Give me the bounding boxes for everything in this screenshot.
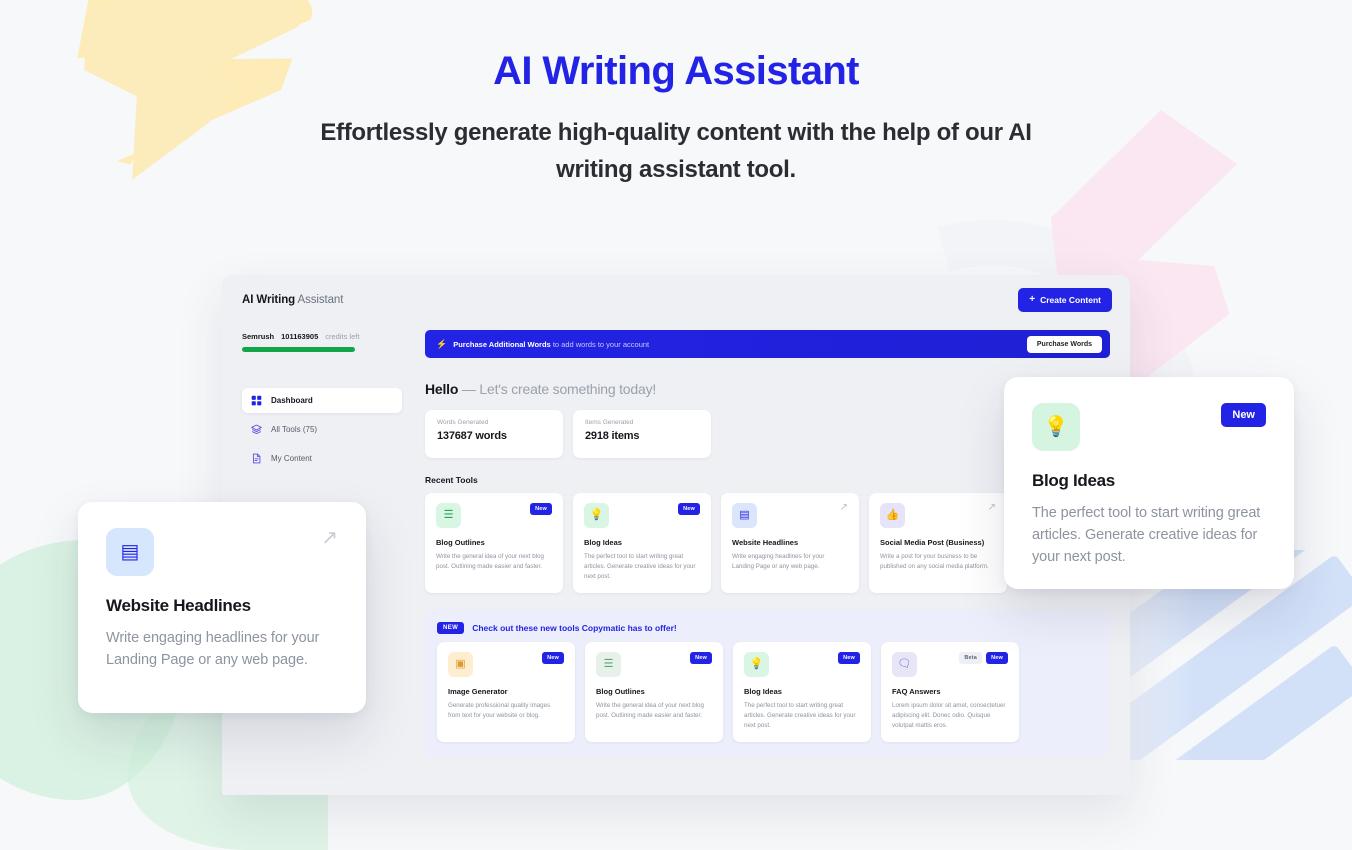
tool-description: Generate professional quality images fro… (448, 701, 551, 719)
app-logo-bold: AI Writing (242, 294, 296, 306)
beta-badge: Beta (959, 651, 983, 664)
grid-icon (251, 395, 262, 406)
tool-title: Social Media Post (Business) (880, 538, 985, 547)
sidebar-item-label: My Content (271, 454, 312, 463)
tool-card[interactable]: ☰ New Blog Outlines Write the general id… (585, 641, 723, 742)
create-content-button[interactable]: + Create Content (1018, 288, 1112, 312)
image-icon: ▣ (448, 651, 473, 677)
window-icon: ▤ (106, 528, 154, 576)
tool-card[interactable]: 💡 New Blog Ideas The perfect tool to sta… (573, 493, 711, 593)
tool-title: Image Generator (448, 686, 508, 696)
window-icon: ▤ (732, 503, 757, 528)
tool-description: Write engaging headlines for your Landin… (732, 553, 825, 570)
create-content-label: Create Content (1040, 295, 1101, 305)
arrow-up-right-icon: ↗ (321, 527, 338, 549)
tool-description: The perfect tool to start writing great … (744, 701, 856, 729)
stat-value: 137687 words (437, 430, 507, 442)
tool-title: Blog Ideas (584, 538, 622, 547)
banner-rest-text: to add words to your account (550, 339, 650, 349)
stat-label: Words Generated (437, 419, 489, 426)
dashboard-topbar: AI Writing Assistant + Create Content (222, 275, 1130, 325)
status-badge: New (838, 651, 860, 664)
tool-description: Write the general idea of your next blog… (436, 553, 544, 570)
floating-card-description: The perfect tool to start writing great … (1032, 505, 1261, 566)
thumbs-up-icon: 👍 (880, 503, 905, 528)
list-icon: ☰ (596, 651, 621, 677)
sidebar-item-dashboard[interactable]: Dashboard (242, 388, 402, 413)
status-badge: New (530, 503, 552, 515)
status-badge: New (542, 651, 564, 664)
sidebar-nav: Dashboard All Tools (75) My Content (242, 388, 402, 471)
floating-card-website-headlines[interactable]: ▤ ↗ Website Headlines Write engaging hea… (78, 502, 366, 713)
chat-bubbles-icon: 🗨 (892, 651, 917, 677)
tool-card[interactable]: 💡 New Blog Ideas The perfect tool to sta… (733, 641, 871, 742)
tool-card[interactable]: ▣ New Image Generator Generate professio… (437, 641, 575, 742)
stat-card-words: Words Generated 137687 words (425, 410, 563, 458)
stat-label: Items Generated (585, 419, 634, 426)
credits-progress-bar (242, 347, 355, 352)
hero-section: AI Writing Assistant Effortlessly genera… (0, 0, 1352, 188)
tool-description: Write the general idea of your next blog… (596, 701, 704, 719)
purchase-words-button[interactable]: Purchase Words (1026, 335, 1102, 353)
tool-card[interactable]: ☰ New Blog Outlines Write the general id… (425, 493, 563, 593)
credits-account: Semrush (242, 332, 275, 341)
page-title: AI Writing Assistant (493, 49, 859, 93)
credits-row: Semrush 101163905 credits left (242, 332, 402, 341)
tool-title: Blog Outlines (596, 686, 645, 696)
floating-card-title: Blog Ideas (1032, 471, 1115, 490)
tool-card[interactable]: ▤ ↗ Website Headlines Write engaging hea… (721, 493, 859, 593)
arrow-up-right-icon: ↗ (839, 502, 848, 513)
credits-label: credits left (325, 332, 360, 341)
app-logo-light: Assistant (295, 294, 344, 306)
lightbulb-icon: 💡 (744, 651, 769, 677)
greeting-rest: — Let's create something today! (458, 381, 657, 397)
tool-description: The perfect tool to start writing great … (584, 553, 696, 580)
status-badge: New (678, 503, 700, 515)
credits-amount: 101163905 (281, 332, 319, 341)
tool-title: Blog Outlines (436, 538, 485, 547)
greeting-bold: Hello (425, 381, 459, 397)
status-badge: New (690, 651, 712, 664)
status-badge: New (1221, 403, 1266, 427)
new-tools-title: Check out these new tools Copymatic has … (472, 622, 677, 633)
sidebar-item-label: Dashboard (271, 396, 313, 405)
stat-card-items: Items Generated 2918 items (573, 410, 711, 458)
purchase-words-banner: ⚡ Purchase Additional Words to add words… (425, 330, 1110, 358)
lightbulb-icon: 💡 (1032, 403, 1080, 451)
tool-description: Write a post for your business to be pub… (880, 553, 989, 570)
floating-card-description: Write engaging headlines for your Landin… (106, 630, 320, 669)
floating-card-title: Website Headlines (106, 596, 251, 615)
new-tools-section: NEW Check out these new tools Copymatic … (425, 609, 1110, 758)
sidebar-item-all-tools[interactable]: All Tools (75) (242, 417, 402, 442)
app-logo: AI Writing Assistant (242, 294, 343, 306)
new-tools-row: ▣ New Image Generator Generate professio… (437, 641, 1098, 742)
layers-icon (251, 424, 262, 435)
new-tag-badge: NEW (437, 621, 465, 634)
lightning-bolt-icon: ⚡ (436, 338, 448, 349)
sidebar-item-my-content[interactable]: My Content (242, 446, 402, 471)
stat-value: 2918 items (585, 430, 640, 442)
status-badge: New (986, 651, 1008, 664)
tool-description: Lorem ipsum dolor sit amet, consectetuer… (892, 701, 1006, 729)
tool-title: Blog Ideas (744, 686, 782, 696)
document-icon (252, 453, 261, 464)
arrow-up-right-icon: ↗ (987, 502, 996, 513)
page-subtitle: Effortlessly generate high-quality conte… (320, 119, 1032, 184)
list-icon: ☰ (436, 503, 461, 528)
banner-bold-text: Purchase Additional Words (453, 339, 551, 349)
tool-card[interactable]: 🗨 Beta New FAQ Answers Lorem ipsum dolor… (881, 641, 1019, 742)
lightbulb-icon: 💡 (584, 503, 609, 528)
sidebar-item-label: All Tools (75) (271, 425, 318, 434)
tool-title: Website Headlines (732, 538, 799, 547)
plus-icon: + (1029, 294, 1036, 305)
tool-title: FAQ Answers (892, 686, 941, 696)
floating-card-blog-ideas[interactable]: 💡 New Blog Ideas The perfect tool to sta… (1004, 377, 1294, 589)
tool-card[interactable]: 👍 ↗ Social Media Post (Business) Write a… (869, 493, 1007, 593)
